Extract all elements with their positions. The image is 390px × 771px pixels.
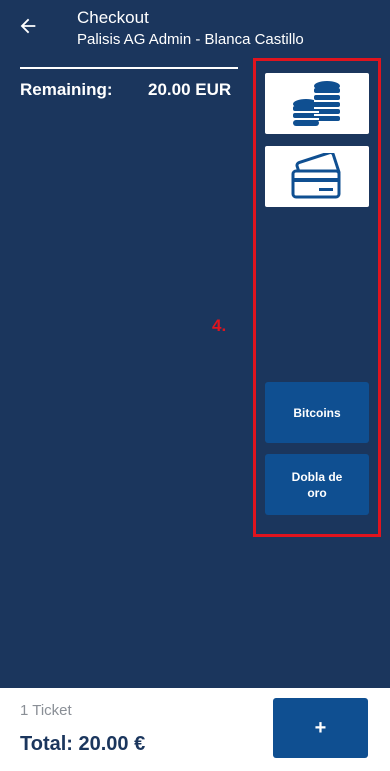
add-button[interactable]: + <box>273 698 368 758</box>
bitcoins-label: Bitcoins <box>293 405 341 420</box>
footer-bar: 1 Ticket Total: 20.00 € + <box>0 688 390 771</box>
card-payment-button[interactable] <box>265 146 369 207</box>
app-header: Checkout Palisis AG Admin - Blanca Casti… <box>0 0 390 60</box>
credit-card-icon <box>291 152 341 198</box>
ticket-count: 1 Ticket <box>20 702 72 719</box>
arrow-left-icon <box>20 18 36 34</box>
page-title: Checkout <box>77 8 149 27</box>
bitcoins-payment-button[interactable]: Bitcoins <box>265 382 369 443</box>
dobla-de-oro-label: Dobla de oro <box>291 469 343 500</box>
step-annotation: 4. <box>212 316 227 335</box>
coins-icon <box>293 80 340 126</box>
dobla-de-oro-payment-button[interactable]: Dobla de oro <box>265 454 369 515</box>
back-button[interactable] <box>14 12 42 40</box>
total-amount: Total: 20.00 € <box>20 733 146 755</box>
remaining-label: Remaining: <box>20 80 113 99</box>
remaining-value: 20.00 EUR <box>148 80 232 99</box>
divider <box>20 67 238 69</box>
cash-payment-button[interactable] <box>265 73 369 134</box>
page-subtitle: Palisis AG Admin - Blanca Castillo <box>77 31 304 48</box>
